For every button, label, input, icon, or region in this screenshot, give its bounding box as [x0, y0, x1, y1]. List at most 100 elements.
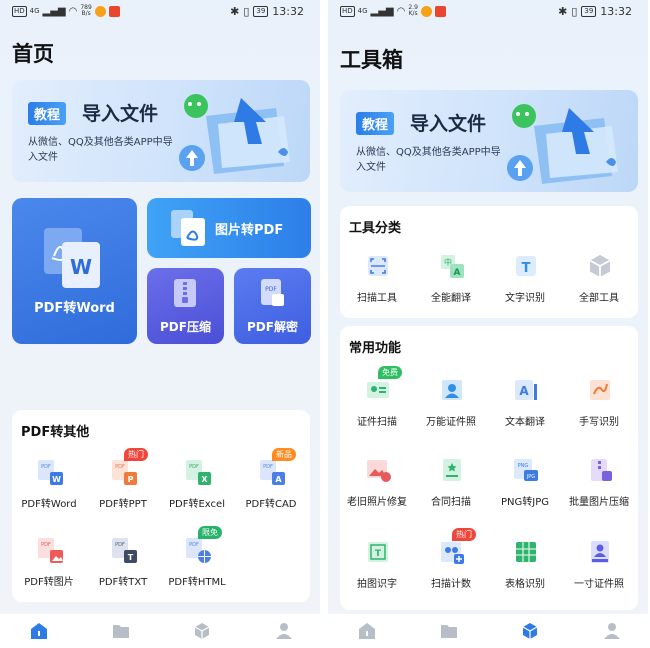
pdf-to-excel-tool[interactable]: PDF X PDF转Excel: [160, 458, 234, 528]
pdf-cad-icon: PDFA: [260, 460, 285, 485]
section-title: 工具分类: [349, 221, 402, 236]
vibrate-icon: ▯: [571, 5, 578, 18]
pdf-convert-panel: PDF转其他 PDF W PDF转Word PDF P 热门 PDF转PPT PDF…: [12, 410, 310, 602]
all-tools-category[interactable]: 全部工具: [562, 252, 636, 322]
zip-icon: [174, 279, 196, 307]
svg-text:PNG: PNG: [518, 463, 529, 469]
files-tab-icon[interactable]: [112, 622, 130, 640]
ocr-category[interactable]: T 文字识别: [488, 252, 562, 322]
pdf-to-word-tool[interactable]: PDF W PDF转Word: [12, 458, 86, 528]
unlock-pdf-icon: PDF: [261, 279, 284, 306]
new-badge: 新品: [272, 448, 296, 461]
page-title: 首页: [12, 42, 54, 66]
bottom-tab-bar: [0, 614, 320, 648]
pdf-to-txt-tool[interactable]: PDF T PDF转TXT: [86, 536, 160, 606]
id-scan-tool[interactable]: 免费 证件扫描: [340, 366, 414, 446]
pdf-html-icon: PDF: [186, 538, 211, 563]
contract-scan-tool[interactable]: 合同扫描: [414, 456, 488, 526]
translate-icon: 中A: [441, 255, 464, 278]
photo-restore-tool[interactable]: 老旧照片修复: [340, 456, 414, 526]
id-photo-tool[interactable]: 万能证件照: [414, 376, 488, 446]
status-bar: HD 4G ▂▄▆ ◠ 2.9 K/s ✱ ▯ 39 13:32: [328, 0, 648, 24]
banner-tag: 教程: [28, 102, 67, 125]
pdf-compress-label: PDF压缩: [160, 320, 211, 334]
screens: HD 4G ▂▄▆ ◠ 789 B/s ✱ ▯ 39 13:32 首页 教程 导…: [0, 0, 650, 648]
profile-tab-icon[interactable]: [603, 622, 621, 640]
image-to-pdf-card[interactable]: 图片转PDF: [147, 198, 311, 258]
svg-text:P: P: [128, 475, 134, 484]
signal-indicator: 4G: [357, 7, 368, 15]
table-ocr-tool[interactable]: 表格识别: [488, 538, 562, 608]
pdf-to-word-card[interactable]: W PDF转Word: [12, 198, 137, 344]
signal-bars-icon: ▂▄▆: [370, 5, 394, 17]
signal-bars-icon: ▂▄▆: [42, 5, 66, 17]
app-notification-icon: [420, 5, 432, 17]
hot-badge: 热门: [452, 528, 476, 541]
svg-text:PDF: PDF: [115, 464, 125, 470]
batch-compress-tool[interactable]: 批量图片压缩: [562, 456, 636, 526]
id-card-icon: [367, 382, 389, 398]
pdf-to-ppt-tool[interactable]: PDF P 热门 PDF转PPT: [86, 448, 160, 528]
batch-compress-icon: [591, 459, 612, 481]
svg-text:W: W: [70, 255, 92, 279]
scan-tools-category[interactable]: 扫描工具: [340, 252, 414, 322]
vibrate-icon: ▯: [243, 5, 250, 18]
hd-indicator: HD: [12, 5, 27, 17]
network-speed: 789 B/s: [80, 4, 92, 17]
banner-subtitle: 从微信、QQ及其他各类APP中导入文件: [356, 147, 501, 173]
pdf-to-html-tool[interactable]: PDF 限免 PDF转HTML: [160, 526, 234, 606]
free-badge: 免费: [378, 366, 402, 379]
all-tools-icon: [589, 255, 611, 277]
page-title: 工具箱: [340, 48, 403, 72]
pdf-decrypt-label: PDF解密: [247, 320, 298, 334]
wifi-icon: ◠: [68, 5, 78, 17]
tool-label: PDF转HTML: [168, 577, 226, 588]
svg-text:PDF: PDF: [189, 542, 199, 548]
pdf-txt-icon: PDFT: [112, 538, 137, 563]
one-inch-photo-tool[interactable]: 一寸证件照: [562, 538, 636, 608]
photo-ocr-tool[interactable]: T 拍图识字: [340, 538, 414, 608]
table-icon: [516, 542, 536, 562]
svg-text:A: A: [454, 268, 461, 278]
profile-tab-icon[interactable]: [275, 622, 293, 640]
signal-indicator: 4G: [29, 7, 40, 15]
hd-indicator: HD: [340, 5, 355, 17]
translate-category[interactable]: 中A 全能翻译: [414, 252, 488, 322]
contract-icon: [443, 459, 461, 481]
pdf-compress-card[interactable]: PDF压缩: [147, 268, 224, 344]
import-banner[interactable]: 教程 导入文件 从微信、QQ及其他各类APP中导入文件: [12, 80, 310, 182]
image-pdf-icon: [171, 210, 205, 246]
png-to-jpg-tool[interactable]: PNG JPG PNG转JPG: [488, 456, 562, 526]
text-translate-tool[interactable]: A 文本翻译: [488, 376, 562, 446]
text-recognition-icon: T: [516, 256, 536, 276]
svg-text:PDF: PDF: [41, 542, 51, 548]
home-tab-icon[interactable]: [358, 622, 376, 640]
toolbox-tab-icon[interactable]: [193, 622, 211, 640]
wifi-icon: ◠: [396, 5, 406, 17]
scan-count-icon: [441, 542, 464, 564]
id-photo-icon: [442, 380, 462, 400]
hot-badge: 热门: [124, 448, 148, 461]
pdf-to-cad-tool[interactable]: PDF A 新品 PDF转CAD: [234, 448, 308, 528]
toolbox-tab-icon[interactable]: [521, 622, 539, 640]
scan-count-tool[interactable]: 热门 扫描计数: [414, 528, 488, 608]
photo-restore-icon: [367, 460, 391, 482]
pdf-decrypt-card[interactable]: PDF PDF解密: [234, 268, 311, 344]
image-to-pdf-label: 图片转PDF: [215, 223, 284, 238]
category-label: 全部工具: [579, 293, 619, 304]
app-notification-icon-2: [434, 5, 446, 17]
pdf-to-word-label: PDF转Word: [34, 301, 115, 316]
scan-icon: [368, 256, 388, 276]
import-banner[interactable]: 教程 导入文件 从微信、QQ及其他各类APP中导入文件: [340, 90, 638, 192]
battery-indicator: 39: [581, 6, 597, 17]
handwriting-tool[interactable]: 手写识别: [562, 376, 636, 446]
pdf-to-image-tool[interactable]: PDF PDF转图片: [12, 536, 86, 606]
bluetooth-icon: ✱: [230, 5, 240, 18]
svg-text:W: W: [52, 475, 61, 484]
home-tab-icon[interactable]: [30, 622, 48, 640]
photo-text-icon: T: [368, 542, 388, 562]
clock: 13:32: [272, 5, 304, 18]
files-tab-icon[interactable]: [440, 622, 458, 640]
tool-categories-panel: 工具分类 扫描工具 中A 全能翻译 T 文字识别 全部工具: [340, 206, 638, 318]
svg-text:PDF: PDF: [263, 464, 273, 470]
